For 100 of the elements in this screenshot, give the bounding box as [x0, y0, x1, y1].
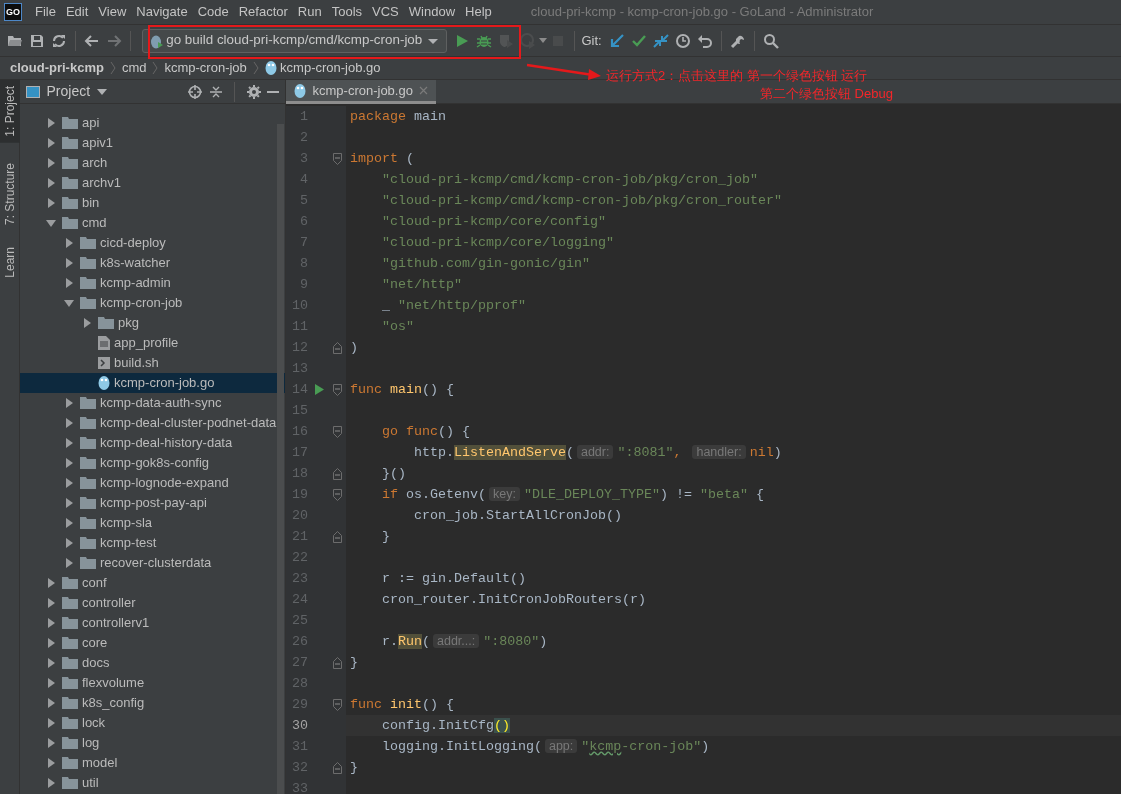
side-tab[interactable]: 1: Project [0, 80, 20, 143]
folder-icon [62, 776, 78, 790]
folder-icon [62, 576, 78, 590]
menu-item[interactable]: Run [292, 2, 327, 22]
breadcrumb-item[interactable]: cmd [121, 58, 147, 78]
tree-item[interactable]: controllerv1 [20, 613, 285, 633]
tree-item[interactable]: kcmp-cron-job.go [20, 373, 285, 393]
collapse-icon[interactable] [208, 84, 223, 99]
collapsed-arrow-icon[interactable] [82, 318, 92, 328]
fold-icon[interactable] [332, 425, 342, 438]
run-configuration-dropdown[interactable]: go build cloud-pri-kcmp/cmd/kcmp-cron-job [142, 28, 447, 53]
fold-icon[interactable] [332, 488, 342, 501]
menu-item[interactable]: Help [460, 2, 497, 22]
menu-item[interactable]: Navigate [131, 2, 193, 22]
tree-item[interactable]: cicd-deploy [20, 233, 285, 253]
document-icon [98, 336, 110, 350]
tree-item[interactable]: kcmp-data-auth-sync [20, 393, 285, 413]
tree-item[interactable]: kcmp-sla [20, 513, 285, 533]
tree-item[interactable]: kcmp-post-pay-api [20, 493, 285, 513]
tree-item[interactable]: kcmp-deal-cluster-podnet-data [20, 413, 285, 433]
tree-item[interactable]: util [20, 773, 285, 793]
tree-item[interactable]: recover-clusterdata [20, 553, 285, 573]
save-icon[interactable] [29, 32, 45, 49]
breadcrumb-item[interactable]: kcmp-cron-job.go [280, 58, 381, 78]
tree-item[interactable]: docs [20, 653, 285, 673]
window-title: cloud-pri-kcmp - kcmp-cron-job.go - GoLand - Administrator [530, 3, 874, 22]
code-line: "net/http" [381, 275, 462, 294]
tree-item[interactable]: kcmp-deal-history-data [20, 433, 285, 453]
tree-item[interactable]: cmd [20, 213, 285, 233]
code-line: package main [349, 107, 446, 126]
fold-icon[interactable] [332, 383, 342, 396]
tree-item[interactable]: archv1 [20, 173, 285, 193]
editor-tab[interactable]: kcmp-cron-job.go [286, 80, 437, 104]
tree-item[interactable]: model [20, 753, 285, 773]
tree-item[interactable]: kcmp-gok8s-config [20, 453, 285, 473]
fold-icon[interactable] [332, 152, 342, 165]
clock-icon[interactable] [674, 32, 691, 49]
tree-item[interactable]: kcmp-cron-job [20, 293, 285, 313]
expanded-arrow-icon[interactable] [46, 218, 56, 228]
tree-item[interactable]: pkg [20, 313, 285, 333]
code-line: go func() { [381, 422, 470, 441]
menu-item[interactable]: Code [192, 2, 234, 22]
tree-item[interactable]: arch [20, 153, 285, 173]
fold-icon[interactable] [332, 341, 342, 354]
code-line: logging.InitLogging( app: "kcmp-cron-job") [381, 737, 710, 756]
folder-icon [80, 556, 96, 570]
tree-item[interactable]: api [20, 113, 285, 133]
folder-icon [80, 416, 96, 430]
menu-item[interactable]: File [30, 2, 61, 22]
file-icon [264, 60, 277, 76]
panel-title[interactable]: Project [46, 81, 91, 102]
expanded-arrow-icon[interactable] [64, 298, 74, 308]
run-icon[interactable] [314, 384, 324, 395]
fold-icon[interactable] [332, 698, 342, 711]
folder-icon [80, 436, 96, 450]
tree-item[interactable]: lock [20, 713, 285, 733]
back-arrow-icon[interactable] [84, 32, 100, 49]
tree-item[interactable]: kcmp-test [20, 533, 285, 553]
tree-item[interactable]: log [20, 733, 285, 753]
fold-icon[interactable] [332, 530, 342, 543]
tree-item[interactable]: flexvolume [20, 673, 285, 693]
breadcrumb-item[interactable]: cloud-pri-kcmp [10, 58, 104, 78]
tree-item[interactable]: conf [20, 573, 285, 593]
search-icon[interactable] [762, 32, 779, 49]
tree-item[interactable]: build.sh [20, 353, 285, 373]
tree-item[interactable]: core [20, 633, 285, 653]
compare-arrows-icon[interactable] [652, 32, 669, 49]
menu-item[interactable]: VCS [367, 2, 404, 22]
fold-icon[interactable] [332, 656, 342, 669]
menu-item[interactable]: Refactor [233, 2, 293, 22]
caret-icon[interactable] [538, 37, 547, 44]
breadcrumb-item[interactable]: kcmp-cron-job [164, 58, 247, 78]
tree-item[interactable]: k8s-watcher [20, 253, 285, 273]
settings-icon[interactable] [246, 84, 261, 99]
caret-icon[interactable] [96, 88, 107, 95]
menu-item[interactable]: Tools [326, 2, 368, 22]
sync-icon[interactable] [51, 32, 67, 49]
folder-icon [98, 316, 114, 330]
tree-item[interactable]: kcmp-lognode-expand [20, 473, 285, 493]
menu-item[interactable]: Edit [60, 2, 94, 22]
code-line: "os" [381, 317, 414, 336]
fold-icon[interactable] [332, 467, 342, 480]
chevron-icon [252, 61, 259, 75]
menu-item[interactable]: View [93, 2, 132, 22]
side-tab[interactable]: 7: Structure [0, 156, 20, 231]
tree-item[interactable]: k8s_config [20, 693, 285, 713]
tree-item[interactable]: app_profile [20, 333, 285, 353]
tree-item[interactable]: kcmp-admin [20, 273, 285, 293]
folder-icon [62, 716, 78, 730]
crosshair-icon[interactable] [188, 84, 202, 99]
tree-item[interactable]: apiv1 [20, 133, 285, 153]
folder-icon [80, 396, 96, 410]
fold-icon[interactable] [332, 761, 342, 774]
scrollbar[interactable] [277, 124, 284, 794]
chevron-icon [109, 61, 116, 75]
menu-item[interactable]: Window [403, 2, 461, 22]
side-tab[interactable]: Learn [0, 240, 20, 284]
tree-item[interactable]: bin [20, 193, 285, 213]
arrow-down-left-icon[interactable] [608, 32, 625, 49]
tree-item[interactable]: controller [20, 593, 285, 613]
